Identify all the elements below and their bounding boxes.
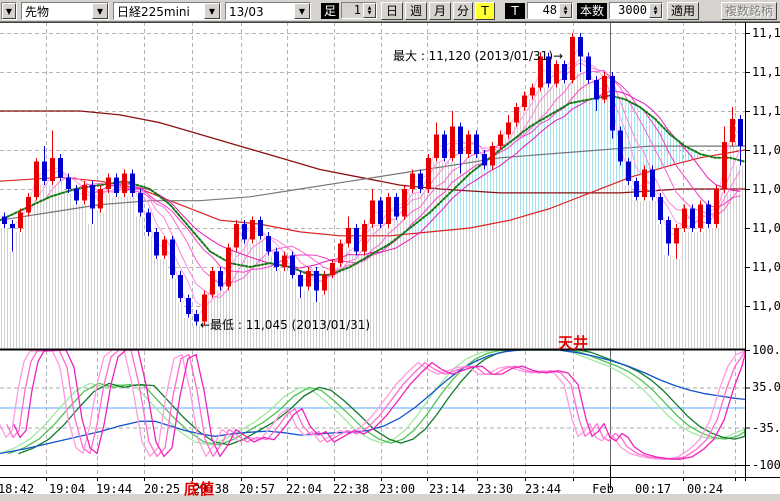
toolbar: ▼ 先物 ▼ 日経225mini ▼ 13/03 ▼ 足 1 ▲▼ 日 週 月 … [0,0,780,22]
ceiling-annotation: 天井 [558,332,588,353]
bar-count-label: 本数 [577,3,607,19]
contract-month-combo[interactable]: 13/03 ▼ [225,2,311,20]
interval-value: 1 [342,3,363,18]
bar-count-stepper[interactable]: 3000 ▲▼ [609,2,663,19]
max-price-annotation: 最大 : 11,120 (2013/01/31)→ [393,47,563,64]
contract-month-value: 13/03 [226,3,294,19]
price-oscillator-chart-canvas[interactable] [0,22,780,501]
period-month-button[interactable]: 月 [429,2,451,20]
instrument-name-combo[interactable]: 日経225mini ▼ [113,2,221,20]
chevron-down-icon[interactable]: ▼ [204,3,220,19]
spinner-arrows-icon[interactable]: ▲▼ [559,3,572,18]
spinner-arrows-icon[interactable]: ▲▼ [363,3,376,18]
period-week-button[interactable]: 週 [405,2,427,20]
window-combo[interactable]: ▼ [1,2,17,20]
instrument-name-value: 日経225mini [114,3,204,19]
period-day-button[interactable]: 日 [381,2,403,20]
ashi-label: 足 [321,3,339,19]
period-tick-button[interactable]: T [475,2,495,20]
chevron-down-icon[interactable]: ▼ [92,3,108,19]
chart-area[interactable]: 11,12011,11011,10011,09011,08011,07011,0… [0,22,780,501]
multi-symbol-button: 複数銘柄 [721,2,777,20]
instrument-type-value: 先物 [22,3,92,19]
tick-count-label: T [505,3,525,19]
instrument-type-combo[interactable]: 先物 ▼ [21,2,109,20]
tick-count-stepper[interactable]: 48 ▲▼ [527,2,573,19]
chevron-down-icon[interactable]: ▼ [2,3,16,19]
period-minute-button[interactable]: 分 [453,2,473,20]
spinner-arrows-icon[interactable]: ▲▼ [649,3,662,18]
chevron-down-icon[interactable]: ▼ [294,3,310,19]
bottom-annotation: 底値 [184,478,214,499]
tick-count-value: 48 [528,3,559,18]
interval-stepper[interactable]: 1 ▲▼ [341,2,377,19]
apply-button[interactable]: 適用 [667,2,699,20]
min-price-annotation: ←最低 : 11,045 (2013/01/31) [200,316,370,333]
bar-count-value: 3000 [610,3,649,18]
